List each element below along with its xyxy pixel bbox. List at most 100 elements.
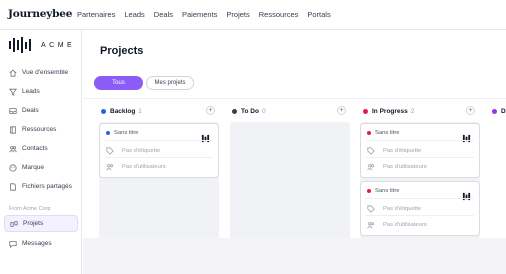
tag-icon (367, 147, 376, 155)
tab-tous[interactable]: Tous (94, 76, 143, 90)
card-user-row[interactable]: Pas d'utilisateurs (367, 221, 427, 229)
nav-deals[interactable]: Deals (154, 10, 173, 19)
card-user-text: Pas d'utilisateurs (383, 222, 427, 228)
tag-icon (367, 205, 376, 213)
sidebar-item-label: Ressources (22, 126, 57, 133)
status-dot (367, 131, 371, 135)
column-title: To Do (241, 107, 259, 115)
users-icon (106, 163, 115, 171)
card-title-row: Sans titre (367, 188, 400, 194)
project-card[interactable]: Sans titre Pas d'étiquette Pas d'utilisa… (99, 123, 219, 178)
board-bottom-area (83, 238, 506, 274)
card-title-row: Sans titre (367, 130, 400, 136)
column-count: 1 (138, 107, 142, 115)
sidebar-item-leads[interactable]: Leads (4, 83, 78, 100)
users-icon (367, 163, 376, 171)
acme-logo[interactable]: ACME (9, 37, 75, 53)
card-tag-text: Pas d'étiquette (383, 206, 422, 212)
sidebar-section-label: From Acme Corp (9, 206, 51, 212)
card-tag-row[interactable]: Pas d'étiquette (106, 147, 160, 155)
kanban-board: Backlog 1 + To Do 0 + In Progress 2 + D (83, 98, 506, 239)
column-count: 0 (261, 107, 266, 115)
tag-icon (106, 147, 115, 155)
users-icon (8, 144, 17, 153)
add-card-button[interactable]: + (337, 106, 346, 115)
sidebar-item-label: Fichiers partagés (22, 183, 72, 190)
column-body-todo (230, 122, 350, 239)
sidebar-item-label: Messages (22, 240, 52, 247)
column-header-todo: To Do 0 (232, 105, 266, 117)
sidebar-item-overview[interactable]: Vue d'ensemble (4, 64, 78, 81)
card-tag-row[interactable]: Pas d'étiquette (367, 205, 421, 213)
inbox-icon (8, 106, 17, 115)
column-title: Backlog (110, 107, 136, 115)
sidebar-item-deals[interactable]: Deals (4, 102, 78, 119)
status-dot (106, 131, 110, 135)
sidebar-item-marque[interactable]: Marque (4, 159, 78, 176)
add-card-button[interactable]: + (466, 106, 475, 115)
nav-portals[interactable]: Portals (307, 10, 330, 19)
column-header-backlog: Backlog 1 (101, 105, 142, 117)
sidebar-item-label: Contacts (22, 145, 48, 152)
card-title: Sans titre (375, 130, 400, 136)
card-tag-text: Pas d'étiquette (122, 148, 161, 154)
sidebar-item-label: Marque (22, 164, 45, 171)
nav-partenaires[interactable]: Partenaires (77, 10, 115, 19)
page-title: Projects (100, 45, 144, 57)
sidebar-item-fichiers[interactable]: Fichiers partagés (4, 178, 78, 195)
sidebar: ACME Vue d'ensemble Leads Deals Ressourc… (0, 30, 82, 274)
column-title: D (501, 107, 506, 115)
project-icon (9, 219, 18, 228)
sidebar-item-projets[interactable]: Projets (4, 215, 78, 232)
column-title: In Progress (372, 107, 408, 115)
main-area: Projects Tous Mes projets Backlog 1 + To… (83, 30, 506, 274)
status-dot (363, 108, 368, 114)
sidebar-item-label: Projets (23, 220, 44, 227)
card-user-text: Pas d'utilisateurs (383, 164, 427, 170)
book-icon (8, 125, 17, 134)
top-nav: Partenaires Leads Deals Paiements Projet… (77, 10, 340, 19)
status-dot (101, 108, 106, 114)
status-dot (232, 108, 237, 114)
sidebar-item-messages[interactable]: Messages (4, 235, 78, 252)
logo-text: ACME (41, 41, 76, 49)
sidebar-item-contacts[interactable]: Contacts (4, 140, 78, 157)
sidebar-item-ressources[interactable]: Ressources (4, 121, 78, 138)
card-tag-text: Pas d'étiquette (383, 148, 422, 154)
home-icon (8, 68, 17, 77)
sidebar-item-label: Deals (22, 107, 39, 114)
add-card-button[interactable]: + (206, 106, 215, 115)
card-title: Sans titre (114, 130, 139, 136)
users-icon (367, 221, 376, 229)
sidebar-item-label: Leads (22, 88, 40, 95)
project-type-icon (462, 130, 471, 148)
project-card[interactable]: Sans titre Pas d'étiquette Pas d'utilisa… (360, 123, 480, 178)
palette-icon (8, 163, 17, 172)
card-user-row[interactable]: Pas d'utilisateurs (106, 163, 166, 171)
nav-paiements[interactable]: Paiements (182, 10, 217, 19)
nav-leads[interactable]: Leads (124, 10, 144, 19)
card-title: Sans titre (375, 188, 400, 194)
card-user-row[interactable]: Pas d'utilisateurs (367, 163, 427, 171)
chat-icon (8, 239, 17, 248)
project-type-icon (201, 130, 210, 148)
brand-logo[interactable]: Journeybee (8, 8, 72, 20)
nav-projets[interactable]: Projets (226, 10, 249, 19)
column-count: 2 (410, 107, 415, 115)
funnel-icon (8, 87, 17, 96)
main-header: Projects Tous Mes projets (83, 30, 506, 98)
nav-ressources[interactable]: Ressources (259, 10, 299, 19)
card-title-row: Sans titre (106, 130, 139, 136)
column-header-in-progress: In Progress 2 (363, 105, 414, 117)
logo-bars-icon (9, 37, 31, 53)
project-type-icon (462, 188, 471, 206)
file-icon (8, 182, 17, 191)
column-header-done: D (492, 105, 506, 117)
card-user-text: Pas d'utilisateurs (122, 164, 166, 170)
tab-mes-projets[interactable]: Mes projets (146, 76, 194, 90)
sidebar-item-label: Vue d'ensemble (22, 69, 69, 76)
project-card[interactable]: Sans titre Pas d'étiquette Pas d'utilisa… (360, 181, 480, 236)
card-tag-row[interactable]: Pas d'étiquette (367, 147, 421, 155)
top-bar: Journeybee Partenaires Leads Deals Paiem… (0, 0, 506, 30)
status-dot (367, 189, 371, 193)
